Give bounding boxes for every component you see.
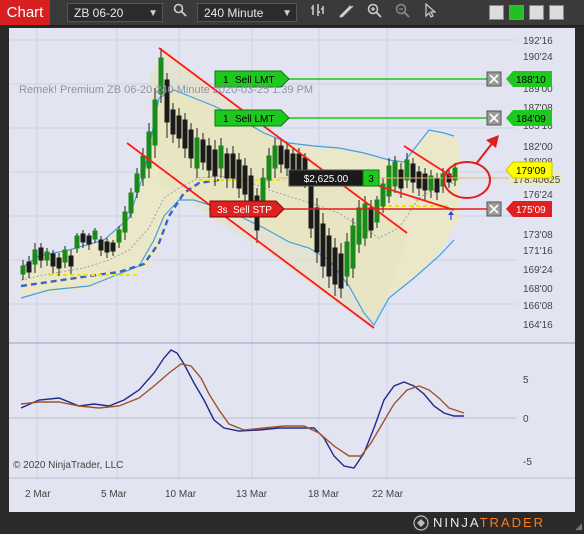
time-axis[interactable]: 2 Mar 5 Mar 10 Mar 13 Mar 18 Mar 22 Mar xyxy=(25,489,404,500)
svg-text:10 Mar: 10 Mar xyxy=(165,489,197,500)
svg-text:2 Mar: 2 Mar xyxy=(25,489,51,500)
interval-selector[interactable]: 240 Minute ▼ xyxy=(197,3,297,22)
order-type: Sell STP xyxy=(233,205,272,216)
search-icon[interactable] xyxy=(170,3,190,22)
cancel-order-button[interactable] xyxy=(486,71,502,87)
svg-text:175'09: 175'09 xyxy=(516,205,546,216)
svg-text:171'16: 171'16 xyxy=(523,246,553,257)
svg-text:166'08: 166'08 xyxy=(523,301,553,312)
svg-text:173'08: 173'08 xyxy=(523,230,553,241)
oscillator-slow-line xyxy=(20,363,465,457)
chart-watermark: Remek! Premium ZB 06-20 240 Minute 2020-… xyxy=(19,84,313,96)
svg-text:179'09: 179'09 xyxy=(516,166,546,177)
order-tag-sell-stp[interactable]: 3s Sell STP xyxy=(209,200,285,218)
interval-label: 240 Minute xyxy=(204,6,264,20)
status-bar: NINJATRADER ◢ xyxy=(0,512,584,534)
svg-text:5: 5 xyxy=(523,375,529,386)
chevron-down-icon: ▼ xyxy=(282,8,292,19)
svg-text:182'00: 182'00 xyxy=(523,142,553,153)
color-swatch-3[interactable] xyxy=(529,5,544,20)
oscillator-axis: 5 0 -5 xyxy=(523,375,532,468)
chart-canvas[interactable]: 1 Sell LMT 1 Sell LMT 3s Sell STP $2,625… xyxy=(9,28,575,512)
svg-text:188'10: 188'10 xyxy=(516,75,546,86)
brand-logo: NINJATRADER xyxy=(433,515,546,530)
order-type: Sell LMT xyxy=(235,114,274,125)
price-tag-sell-lmt-2: 184'09 xyxy=(506,110,552,126)
zoom-in-icon[interactable] xyxy=(364,3,384,22)
svg-text:0: 0 xyxy=(523,414,529,425)
zoom-out-icon[interactable] xyxy=(392,3,412,22)
price-tag-sell-lmt-1: 188'10 xyxy=(506,71,552,87)
svg-text:164'16: 164'16 xyxy=(523,320,553,331)
last-price-tag: 179'09 xyxy=(505,161,553,179)
color-swatch-4[interactable] xyxy=(549,5,564,20)
price-tag-sell-stp: 175'09 xyxy=(506,201,552,217)
color-swatch-1[interactable] xyxy=(489,5,504,20)
svg-text:-5: -5 xyxy=(523,457,532,468)
svg-text:192'16: 192'16 xyxy=(523,36,553,47)
svg-text:18 Mar: 18 Mar xyxy=(308,489,340,500)
copyright-label: © 2020 NinjaTrader, LLC xyxy=(13,460,123,471)
order-tag-sell-lmt-2[interactable]: 1 Sell LMT xyxy=(214,109,290,127)
drawing-tool-icon[interactable] xyxy=(336,3,356,22)
cancel-order-button[interactable] xyxy=(486,201,502,217)
svg-text:168'00: 168'00 xyxy=(523,284,553,295)
chevron-down-icon: ▼ xyxy=(148,8,158,19)
order-qty: 3s xyxy=(217,205,228,216)
cancel-order-button[interactable] xyxy=(486,110,502,126)
svg-text:176'24: 176'24 xyxy=(523,190,553,201)
chart-tab[interactable]: Chart xyxy=(0,0,50,25)
position-pnl: $2,625.00 xyxy=(304,174,349,185)
oscillator-panel[interactable]: 5 0 -5 © 2020 NinjaTrader, LLC xyxy=(9,349,532,471)
position-qty: 3 xyxy=(368,174,374,185)
svg-text:5 Mar: 5 Mar xyxy=(101,489,127,500)
instrument-selector[interactable]: ZB 06-20 ▼ xyxy=(67,3,163,22)
instrument-label: ZB 06-20 xyxy=(74,6,124,20)
position-tag[interactable]: $2,625.00 3 xyxy=(288,169,380,187)
cursor-icon[interactable] xyxy=(420,2,440,22)
color-swatch-2[interactable] xyxy=(509,5,524,20)
chart-toolbar: Chart ZB 06-20 ▼ 240 Minute ▼ xyxy=(0,0,584,26)
resize-grip-icon[interactable]: ◢ xyxy=(575,521,582,532)
svg-text:184'09: 184'09 xyxy=(516,114,546,125)
svg-text:169'24: 169'24 xyxy=(523,265,553,276)
ninjatrader-logo-icon xyxy=(413,515,429,531)
svg-text:190'24: 190'24 xyxy=(523,52,553,63)
oscillator-fast-line xyxy=(20,349,464,469)
svg-text:22 Mar: 22 Mar xyxy=(372,489,404,500)
svg-text:13 Mar: 13 Mar xyxy=(236,489,268,500)
bar-type-icon[interactable] xyxy=(308,3,328,22)
chart-panel[interactable]: 1 Sell LMT 1 Sell LMT 3s Sell STP $2,625… xyxy=(9,28,575,512)
order-qty: 1 xyxy=(223,114,229,125)
